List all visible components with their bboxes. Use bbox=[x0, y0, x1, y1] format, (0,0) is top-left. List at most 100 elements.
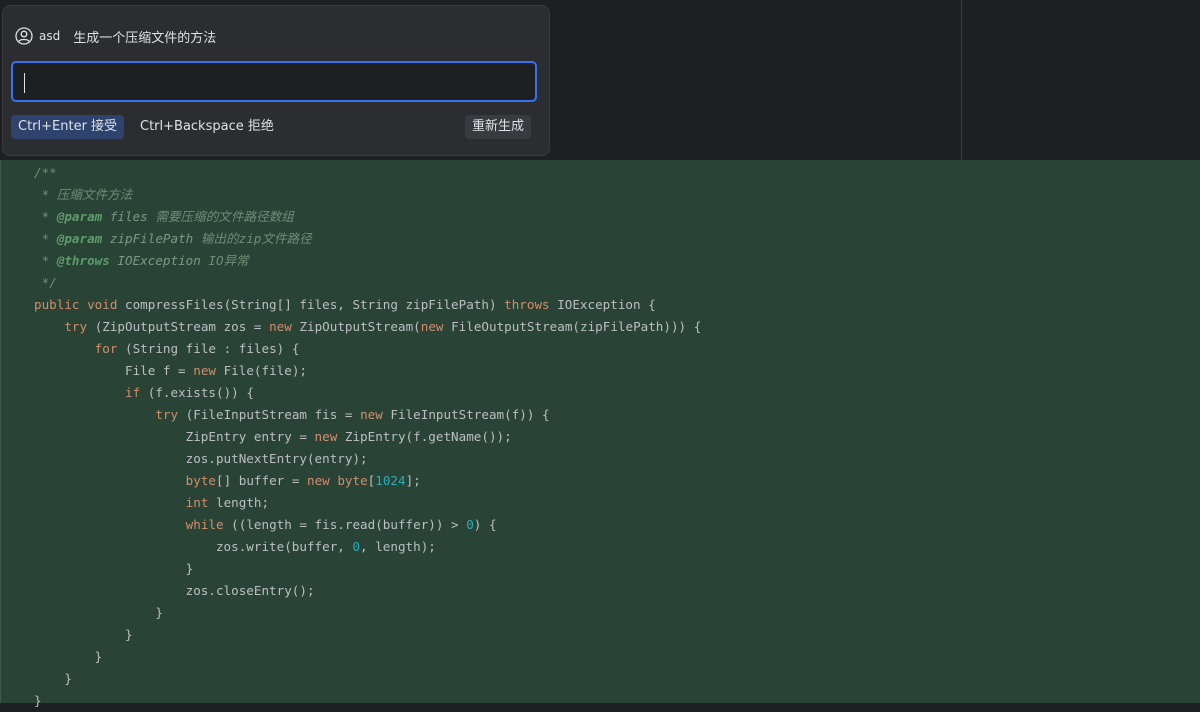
code-token: int bbox=[185, 495, 216, 510]
code-token: zos.write(buffer, bbox=[34, 539, 353, 554]
code-line: * @throws IOException IO异常 bbox=[34, 250, 701, 272]
code-line: /** bbox=[34, 162, 701, 184]
code-token: length; bbox=[216, 495, 270, 510]
code-line: byte[] buffer = new byte[1024]; bbox=[34, 470, 701, 492]
code-token: @throws bbox=[56, 253, 110, 268]
code-line: } bbox=[34, 624, 701, 646]
user-name: asd bbox=[39, 29, 61, 43]
code-token: zos.closeEntry(); bbox=[34, 583, 315, 598]
code-token: compressFiles(String[] files, String zip… bbox=[125, 297, 505, 312]
code-token: ]; bbox=[405, 473, 421, 488]
code-line: } bbox=[34, 668, 701, 690]
code-line: try (ZipOutputStream zos = new ZipOutput… bbox=[34, 316, 701, 338]
code-line: while ((length = fis.read(buffer)) > 0) … bbox=[34, 514, 701, 536]
code-token: } bbox=[34, 649, 103, 664]
code-token: public void bbox=[34, 297, 125, 312]
code-line: * 压缩文件方法 bbox=[34, 184, 701, 206]
code-token: 1024 bbox=[375, 473, 406, 488]
code-token: */ bbox=[34, 275, 57, 290]
accept-button[interactable]: Ctrl+Enter 接受 bbox=[11, 115, 125, 139]
code-token: for bbox=[94, 341, 126, 356]
code-token: 需要压缩的文件路径数组 bbox=[155, 209, 294, 224]
code-token: ZipOutputStream( bbox=[299, 319, 421, 334]
code-token: byte bbox=[185, 473, 216, 488]
prompt-row: asd 生成一个压缩文件的方法 bbox=[15, 26, 216, 46]
code-token: try bbox=[155, 407, 186, 422]
code-token: throws bbox=[504, 297, 558, 312]
reject-hint[interactable]: Ctrl+Backspace 拒绝 bbox=[140, 115, 274, 139]
code-editor[interactable]: /** * 压缩文件方法 * @param files 需要压缩的文件路径数组 … bbox=[0, 160, 1200, 708]
code-line: * @param zipFilePath 输出的zip文件路径 bbox=[34, 228, 701, 250]
code-token: files bbox=[102, 209, 156, 224]
panel-divider bbox=[961, 0, 962, 160]
code-line: try (FileInputStream fis = new FileInput… bbox=[34, 404, 701, 426]
code-token: new bbox=[269, 319, 300, 334]
code-token: File(file); bbox=[223, 363, 307, 378]
code-line: File f = new File(file); bbox=[34, 360, 701, 382]
code-token: zos.putNextEntry(entry); bbox=[34, 451, 368, 466]
code-token: } bbox=[34, 693, 42, 708]
code-token: new bbox=[193, 363, 224, 378]
code-token: } bbox=[34, 627, 133, 642]
code-token: } bbox=[34, 561, 194, 576]
code-token: zipFilePath bbox=[102, 231, 201, 246]
text-cursor bbox=[24, 73, 25, 93]
code-line: * @param files 需要压缩的文件路径数组 bbox=[34, 206, 701, 228]
code-token: new bbox=[360, 407, 391, 422]
code-token: [] buffer = bbox=[216, 473, 307, 488]
code-token: ) { bbox=[473, 517, 497, 532]
generated-code: /** * 压缩文件方法 * @param files 需要压缩的文件路径数组 … bbox=[34, 162, 701, 712]
user-avatar-icon bbox=[15, 27, 33, 45]
code-token: * bbox=[34, 209, 57, 224]
code-token: (f.exists()) { bbox=[147, 385, 254, 400]
code-token: @param bbox=[56, 231, 103, 246]
code-line: if (f.exists()) { bbox=[34, 382, 701, 404]
prompt-input[interactable] bbox=[11, 61, 537, 102]
code-line: } bbox=[34, 558, 701, 580]
prompt-text: 生成一个压缩文件的方法 bbox=[73, 30, 217, 46]
code-token: * 压缩文件方法 bbox=[34, 187, 133, 202]
code-token: ZipEntry(f.getName()); bbox=[344, 429, 512, 444]
code-line: } bbox=[34, 602, 701, 624]
code-line: zos.putNextEntry(entry); bbox=[34, 448, 701, 470]
code-token: * bbox=[34, 253, 57, 268]
code-token: @param bbox=[56, 209, 103, 224]
code-token: 输出的zip文件路径 bbox=[200, 231, 312, 246]
code-token: FileOutputStream(zipFilePath))) { bbox=[451, 319, 702, 334]
code-line: ZipEntry entry = new ZipEntry(f.getName(… bbox=[34, 426, 701, 448]
code-token: } bbox=[34, 671, 72, 686]
code-line: for (String file : files) { bbox=[34, 338, 701, 360]
code-line: zos.write(buffer, 0, length); bbox=[34, 536, 701, 558]
regenerate-button[interactable]: 重新生成 bbox=[465, 115, 532, 139]
code-token: new bbox=[314, 429, 345, 444]
code-token: IOException { bbox=[557, 297, 656, 312]
code-token: 0 bbox=[466, 517, 474, 532]
code-token: } bbox=[34, 605, 163, 620]
code-token: try bbox=[64, 319, 95, 334]
code-token: , length); bbox=[360, 539, 436, 554]
code-line: int length; bbox=[34, 492, 701, 514]
code-token: new byte bbox=[307, 473, 368, 488]
code-token: /** bbox=[34, 165, 57, 180]
code-token: * bbox=[34, 231, 57, 246]
code-line: } bbox=[34, 646, 701, 668]
code-line: */ bbox=[34, 272, 701, 294]
code-token: if bbox=[125, 385, 148, 400]
code-token: while bbox=[185, 517, 232, 532]
code-token: IOException bbox=[109, 253, 209, 268]
code-token: (FileInputStream fis = bbox=[185, 407, 361, 422]
code-token: 0 bbox=[352, 539, 361, 554]
code-token: (ZipOutputStream zos = bbox=[94, 319, 270, 334]
code-token: IO异常 bbox=[208, 253, 249, 268]
code-token: new bbox=[420, 319, 452, 334]
code-token: FileInputStream(f)) { bbox=[390, 407, 550, 422]
code-line: } bbox=[34, 690, 701, 712]
code-token: ((length = fis.read(buffer)) > bbox=[231, 517, 467, 532]
